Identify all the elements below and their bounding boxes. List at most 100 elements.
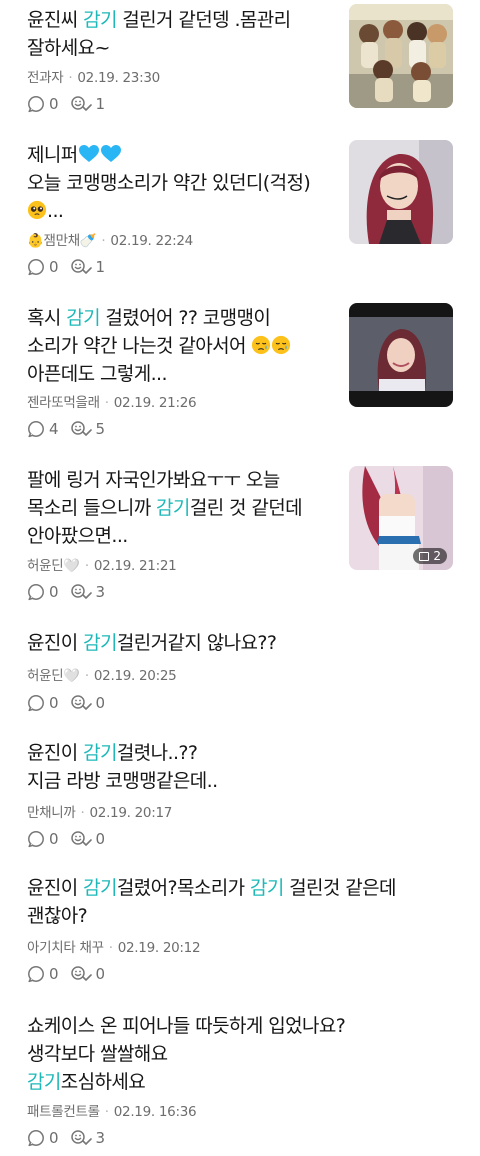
post-text-line: 윤진이 감기걸렸어?목소리가 감기 걸린것 같은데: [27, 874, 447, 902]
comment-count[interactable]: 0: [27, 258, 59, 276]
sympathy-count-value: 3: [95, 1129, 106, 1147]
author-prefix-emoji: 👶: [27, 233, 44, 249]
post-text-line: 윤진씨 감기 걸린거 같던뎅 .몸관리: [27, 6, 337, 34]
author-name[interactable]: 허윤딘: [27, 558, 64, 574]
post-text-segment: 생각보다 쌀쌀해요: [27, 1043, 168, 1065]
post-text[interactable]: 윤진이 감기걸린거같지 않나요??: [27, 629, 447, 657]
post-text-line: 오늘 코맹맹소리가 약간 있던디(걱정): [27, 169, 337, 197]
crying-face-icon: [272, 335, 291, 355]
highlighted-keyword: 감기: [83, 9, 117, 31]
sympathy-count[interactable]: 1: [70, 258, 105, 276]
post-text[interactable]: 윤진이 감기걸렷나..?? 지금 라방 코맹맹같은데..: [27, 739, 447, 795]
sympathy-count[interactable]: 0: [70, 965, 105, 983]
post-thumbnail[interactable]: [349, 140, 453, 244]
sympathy-count[interactable]: 1: [70, 95, 106, 113]
sympathy-count-value: 1: [95, 95, 106, 113]
meta-separator: ·: [80, 805, 85, 821]
stage-screenshot-thumbnail: [349, 303, 453, 407]
post-text-line: 감기조심하세요: [27, 1068, 447, 1096]
post-text[interactable]: 쇼케이스 온 피어나들 따듯하게 입었나요? 생각보다 쌀쌀해요감기조심하세요: [27, 1012, 447, 1096]
sympathy-count[interactable]: 3: [70, 1129, 106, 1147]
post-text-segment: 걸렸어?목소리가: [116, 877, 250, 899]
multi-image-icon: [419, 551, 430, 561]
post-stats: 03: [27, 1128, 116, 1148]
author-suffix-emoji: 🤍: [63, 668, 80, 684]
post-text[interactable]: 혹시 감기 걸렸어어 ?? 코맹맹이 소리가 약간 나는것 같아서어 아픈데도 그…: [27, 304, 337, 388]
author-name[interactable]: 만채니까: [27, 805, 76, 821]
comment-count[interactable]: 0: [27, 830, 59, 848]
post-text[interactable]: 윤진씨 감기 걸린거 같던뎅 .몸관리잘하세요~: [27, 6, 337, 62]
post-text-line: 소리가 약간 나는것 같아서어: [27, 332, 337, 360]
post-text[interactable]: 제니퍼 오늘 코맹맹소리가 약간 있던디(걱정)...: [27, 141, 337, 225]
post-stats: 45: [27, 419, 116, 439]
portrait-thumbnail: [349, 140, 453, 244]
speech-bubble-icon: [28, 695, 44, 712]
sympathy-count-value: 0: [95, 830, 106, 848]
author-suffix-emoji: 🤍: [63, 558, 80, 574]
post-thumbnail[interactable]: [349, 4, 453, 108]
comment-count[interactable]: 0: [27, 95, 59, 113]
post-thumbnail[interactable]: 2: [349, 466, 453, 570]
post-stats: 00: [27, 829, 116, 849]
author-name[interactable]: 젠라또먹을래: [27, 395, 100, 411]
image-count-badge: 2: [413, 548, 447, 564]
post-text-segment: 잘하세요~: [27, 37, 110, 59]
post-meta: 아기치타 채꾸 · 02.19. 20:12: [27, 936, 201, 956]
sympathy-count[interactable]: 0: [70, 694, 106, 712]
speech-bubble-icon: [28, 831, 44, 848]
meta-separator: ·: [68, 70, 73, 86]
sympathy-count-value: 0: [95, 694, 106, 712]
sympathy-count[interactable]: 0: [70, 830, 106, 848]
sympathy-count[interactable]: 5: [70, 420, 105, 438]
meta-separator: ·: [104, 395, 109, 411]
comment-count[interactable]: 0: [27, 1129, 59, 1147]
blue-heart-icon: [78, 145, 99, 162]
author-name[interactable]: 허윤딘: [27, 668, 64, 684]
author-name[interactable]: 패트롤컨트롤: [27, 1104, 100, 1120]
sympathy-icon: [70, 831, 92, 846]
post-text-segment: 소리가 약간 나는것 같아서어: [27, 335, 252, 357]
comment-count[interactable]: 4: [27, 420, 59, 438]
author-name[interactable]: 잼만채: [44, 233, 81, 249]
post-text-segment: 윤진이: [27, 632, 84, 654]
post-meta: 전과자 · 02.19. 23:30: [27, 66, 160, 86]
comment-count[interactable]: 0: [27, 583, 59, 601]
post-text-segment: 안아팠으면...: [27, 525, 128, 547]
post-text-line: 아픈데도 그렇게...: [27, 360, 337, 388]
post-text-segment: 쇼케이스 온 피어나들 따듯하게 입었나요?: [27, 1015, 346, 1037]
post-time: 02.19. 22:24: [110, 233, 193, 249]
blue-heart-icon: [100, 145, 121, 162]
author-name[interactable]: 아기치타 채꾸: [27, 940, 104, 956]
post-time: 02.19. 23:30: [77, 70, 160, 86]
post-text-line: 괜찮아?: [27, 902, 447, 930]
post-meta: 허윤딘🤍 · 02.19. 20:25: [27, 664, 177, 684]
post-text-line: ...: [27, 197, 337, 225]
sympathy-icon: [70, 695, 92, 710]
post-text-line: 윤진이 감기걸렷나..??: [27, 739, 447, 767]
post-text-segment: 걸린것 같은데: [283, 877, 396, 899]
meta-separator: ·: [108, 940, 113, 956]
post-time: 02.19. 20:12: [117, 940, 201, 956]
sympathy-icon: [70, 96, 92, 111]
pleading-face-icon: [27, 200, 47, 220]
sympathy-count-value: 3: [95, 583, 106, 601]
post-thumbnail[interactable]: [349, 303, 453, 407]
sympathy-icon: [70, 1130, 92, 1145]
post-text-line: 목소리 들으니까 감기걸린 것 같던데: [27, 494, 337, 522]
post-text[interactable]: 팔에 링거 자국인가봐요ㅜㅜ 오늘목소리 들으니까 감기걸린 것 같던데안아팠으…: [27, 466, 337, 550]
crying-face-icon: [252, 335, 271, 355]
meta-separator: ·: [84, 558, 89, 574]
post-text-segment: 팔에 링거 자국인가봐요ㅜㅜ 오늘: [27, 469, 280, 491]
post-text-segment: 걸렷나..??: [116, 742, 198, 764]
post-text-segment: 윤진씨: [27, 9, 84, 31]
author-name[interactable]: 전과자: [27, 70, 64, 86]
comment-count-value: 0: [49, 830, 59, 848]
sympathy-count[interactable]: 3: [70, 583, 106, 601]
post-text-segment: 지금 라방 코맹맹같은데..: [27, 770, 218, 792]
comment-count[interactable]: 0: [27, 965, 59, 983]
post-text[interactable]: 윤진이 감기걸렸어?목소리가 감기 걸린것 같은데 괜찮아?: [27, 874, 447, 930]
comment-count[interactable]: 0: [27, 694, 59, 712]
post-text-line: 지금 라방 코맹맹같은데..: [27, 767, 447, 795]
post-stats: 01: [27, 257, 116, 277]
post-meta: 패트롤컨트롤 · 02.19. 16:36: [27, 1100, 197, 1120]
